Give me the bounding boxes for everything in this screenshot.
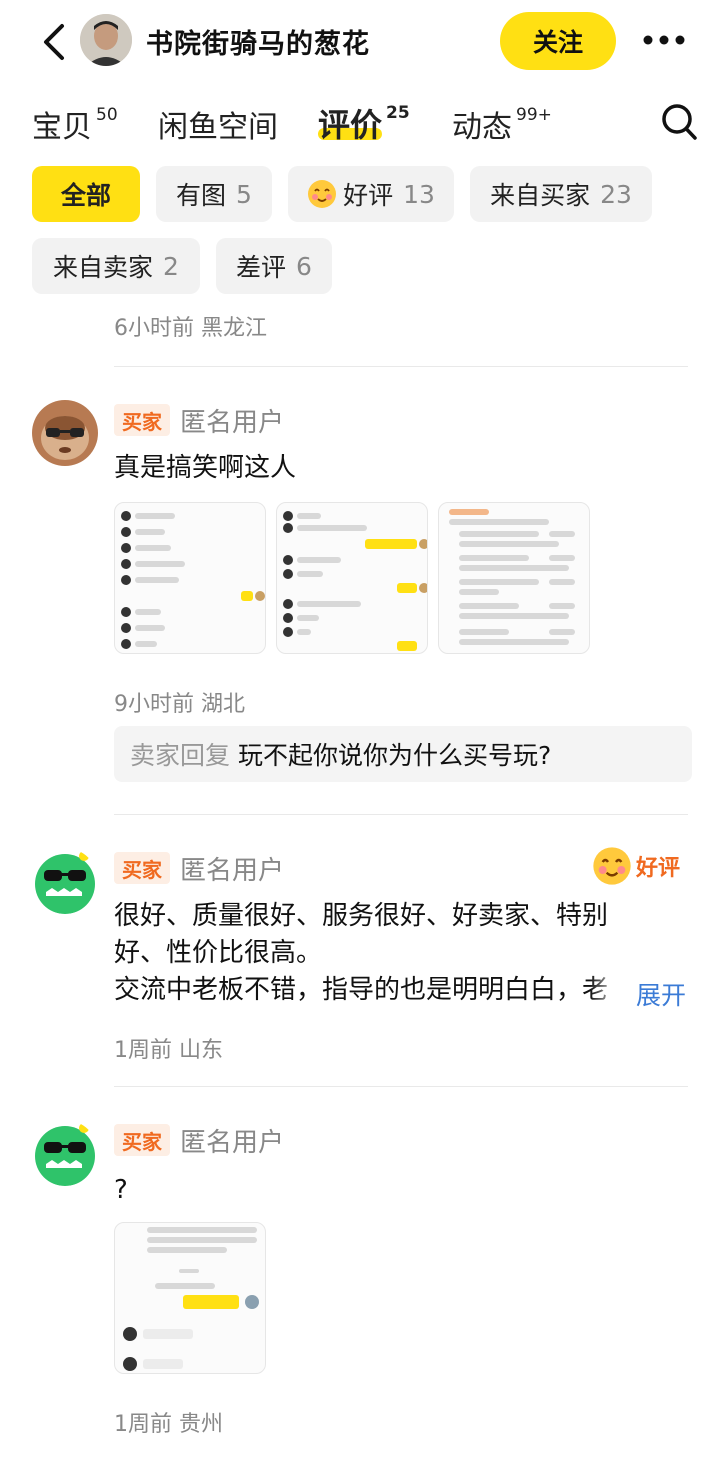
buyer-badge: 买家 [114, 404, 170, 436]
shop-avatar[interactable] [80, 14, 132, 66]
buyer-badge: 买家 [114, 1124, 170, 1156]
review-image[interactable] [114, 502, 266, 654]
filter-with-images-label: 有图 [176, 181, 227, 210]
back-arrow-icon[interactable] [36, 20, 72, 64]
reviewer-avatar[interactable] [32, 1120, 98, 1186]
seller-reply-label: 卖家回复 [130, 741, 231, 770]
prev-review-meta: 6小时前 黑龙江 [114, 310, 267, 342]
tab-items-label: 宝贝 [32, 110, 92, 145]
positive-rating-tag: 好评 [592, 846, 680, 886]
reviewer-avatar[interactable] [32, 848, 98, 914]
tab-reviews[interactable]: 评价 25 [318, 100, 410, 146]
tab-items[interactable]: 宝贝 50 [32, 102, 118, 146]
follow-button[interactable]: 关注 [500, 12, 616, 70]
more-options-icon[interactable] [642, 30, 686, 50]
review-divider [114, 366, 688, 367]
review-time: 9小时前 [114, 692, 194, 717]
tab-reviews-label: 评价 [318, 106, 383, 144]
filter-positive[interactable]: 好评 13 [288, 166, 454, 222]
review-text-line: 好、性价比很高。 [114, 938, 323, 968]
buyer-badge: 买家 [114, 852, 170, 884]
review-text: 真是搞笑啊这人 [114, 453, 297, 483]
filter-from-buyers[interactable]: 来自买家 23 [470, 166, 652, 222]
tab-activity[interactable]: 动态 99+ [452, 102, 552, 146]
reviewer-name: 匿名用户 [180, 856, 285, 886]
review-meta: 1周前 山东 [114, 1032, 223, 1064]
search-icon[interactable] [660, 102, 698, 142]
review-image[interactable] [276, 502, 428, 654]
filter-negative-count: 6 [296, 251, 312, 281]
tab-activity-label: 动态 [452, 110, 512, 145]
review-text-line: 交流中老板不错，指导的也是明明白白，老 [114, 975, 609, 1005]
review-time: 1周前 [114, 1038, 172, 1063]
review-text-line: 很好、质量很好、服务很好、好卖家、特别 [114, 901, 609, 931]
filter-from-buyers-label: 来自买家 [490, 181, 591, 210]
tab-space[interactable]: 闲鱼空间 [158, 102, 278, 146]
tab-activity-count: 99+ [516, 105, 552, 125]
review-location: 湖北 [201, 692, 246, 717]
shop-name: 书院街骑马的葱花 [146, 29, 370, 60]
prev-review-location: 黑龙江 [201, 316, 268, 341]
filter-from-buyers-count: 23 [600, 179, 632, 209]
top-bar: 书院街骑马的葱花 关注 [0, 0, 720, 84]
review-location: 贵州 [179, 1412, 224, 1437]
expand-link[interactable]: 展开 [636, 976, 686, 1012]
filter-from-sellers[interactable]: 来自卖家 2 [32, 238, 200, 294]
tab-items-count: 50 [96, 105, 118, 125]
filter-positive-count: 13 [403, 179, 435, 209]
filter-positive-label: 好评 [343, 181, 394, 210]
review-time: 1周前 [114, 1412, 172, 1437]
filter-with-images-count: 5 [236, 179, 252, 209]
filter-from-sellers-label: 来自卖家 [53, 253, 154, 282]
seller-reply-text: 玩不起你说你为什么买号玩? [238, 741, 552, 770]
positive-face-icon [308, 180, 337, 208]
filter-negative[interactable]: 差评 6 [216, 238, 332, 294]
filter-with-images[interactable]: 有图 5 [156, 166, 272, 222]
prev-review-time: 6小时前 [114, 316, 194, 341]
positive-face-icon [593, 847, 631, 885]
seller-reply: 卖家回复 玩不起你说你为什么买号玩? [114, 726, 692, 782]
filter-from-sellers-count: 2 [163, 251, 179, 281]
tab-bar: 宝贝 50 闲鱼空间 评价 25 动态 99+ [0, 96, 720, 156]
filter-all[interactable]: 全部 [32, 166, 140, 222]
review-image[interactable] [438, 502, 590, 654]
review-meta: 1周前 贵州 [114, 1406, 223, 1438]
text-fade [590, 972, 636, 1012]
review-location: 山东 [179, 1038, 224, 1063]
reviewer-name: 匿名用户 [180, 1128, 285, 1158]
tab-space-label: 闲鱼空间 [158, 110, 278, 145]
review-meta: 9小时前 湖北 [114, 686, 245, 718]
review-image[interactable] [114, 1222, 266, 1374]
review-divider [114, 814, 688, 815]
filter-negative-label: 差评 [236, 253, 287, 282]
filter-all-label: 全部 [60, 181, 111, 210]
review-text: ? [114, 1175, 128, 1205]
review-divider [114, 1086, 688, 1087]
positive-rating-label: 好评 [636, 856, 681, 881]
reviewer-name: 匿名用户 [180, 408, 285, 438]
tab-reviews-count: 25 [386, 103, 410, 124]
reviewer-avatar[interactable] [32, 400, 98, 466]
